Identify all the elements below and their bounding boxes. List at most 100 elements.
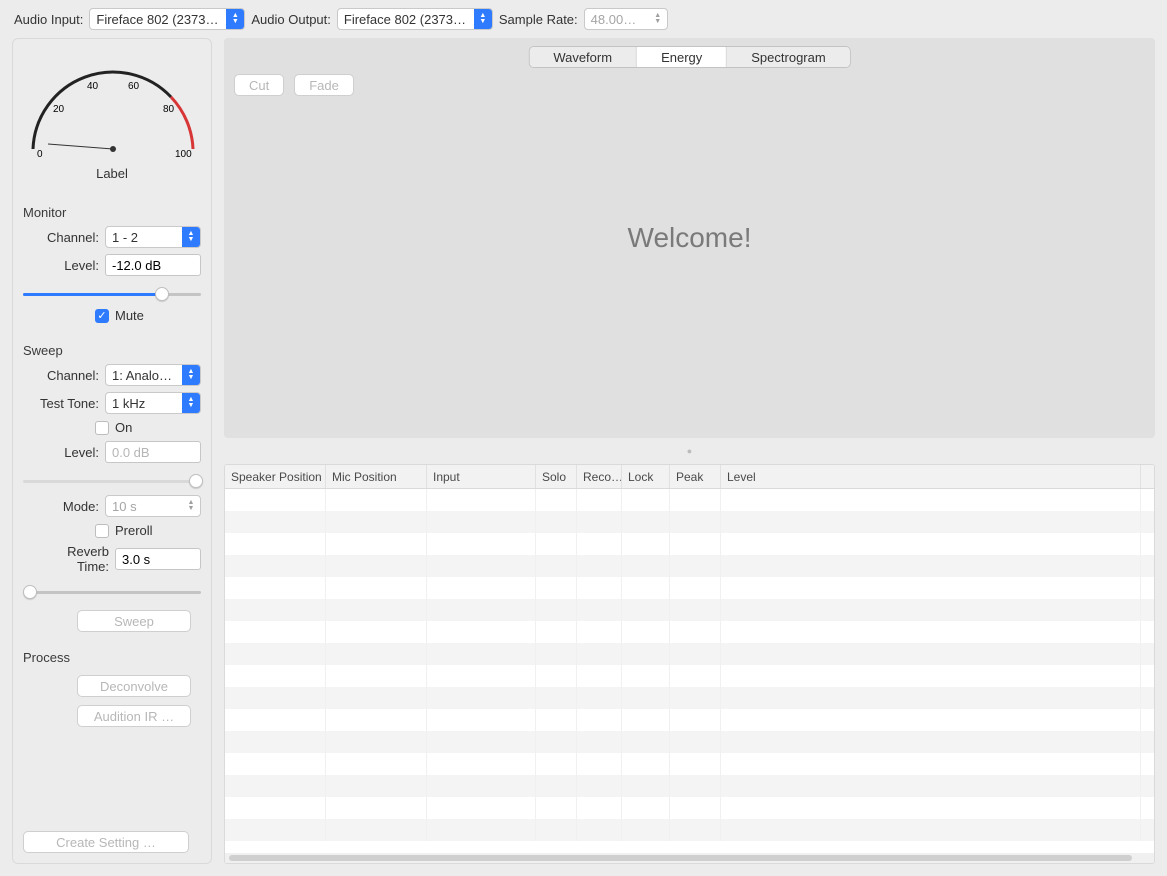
split-handle[interactable]: ● <box>224 446 1155 456</box>
table-cell <box>536 621 577 643</box>
table-cell <box>721 665 1141 687</box>
table-cell <box>721 731 1141 753</box>
table-cell <box>577 489 622 511</box>
table-row[interactable] <box>225 621 1154 643</box>
table-cell <box>536 665 577 687</box>
gauge-tick: 80 <box>163 104 175 115</box>
chevron-updown-icon: ▲▼ <box>649 9 667 29</box>
table-cell <box>577 555 622 577</box>
table-cell <box>326 797 427 819</box>
gauge-tick: 60 <box>128 81 140 92</box>
table-cell <box>536 687 577 709</box>
table-row[interactable] <box>225 511 1154 533</box>
table-row[interactable] <box>225 555 1154 577</box>
table-row[interactable] <box>225 797 1154 819</box>
monitor-level-input[interactable] <box>105 254 201 276</box>
table-cell <box>670 753 721 775</box>
table-cell <box>622 599 670 621</box>
table-cell <box>577 621 622 643</box>
preroll-checkbox[interactable] <box>95 524 109 538</box>
table-cell <box>225 753 326 775</box>
gauge-tick: 40 <box>87 81 99 92</box>
table-row[interactable] <box>225 489 1154 511</box>
chevron-updown-icon: ▲▼ <box>182 227 200 247</box>
th-level[interactable]: Level <box>721 465 1141 488</box>
mute-checkbox[interactable]: ✓ <box>95 309 109 323</box>
table-cell <box>427 599 536 621</box>
reverb-time-input[interactable] <box>115 548 201 570</box>
th-record[interactable]: Reco… <box>577 465 622 488</box>
table-cell <box>622 621 670 643</box>
channels-table: Speaker Position Mic Position Input Solo… <box>224 464 1155 864</box>
horizontal-scrollbar[interactable] <box>225 853 1154 863</box>
cut-button[interactable]: Cut <box>234 74 284 96</box>
audio-output-select[interactable]: Fireface 802 (23737… ▲▼ <box>337 8 493 30</box>
th-lock[interactable]: Lock <box>622 465 670 488</box>
table-cell <box>721 621 1141 643</box>
table-header: Speaker Position Mic Position Input Solo… <box>225 465 1154 489</box>
deconvolve-button[interactable]: Deconvolve <box>77 675 191 697</box>
table-cell <box>622 731 670 753</box>
sweep-channel-select[interactable]: 1: Analog 1 ▲▼ <box>105 364 201 386</box>
table-row[interactable] <box>225 753 1154 775</box>
table-cell <box>622 533 670 555</box>
table-row[interactable] <box>225 775 1154 797</box>
table-cell <box>670 665 721 687</box>
table-row[interactable] <box>225 687 1154 709</box>
testtone-label: Test Tone: <box>35 396 99 411</box>
table-cell <box>536 775 577 797</box>
table-cell <box>622 687 670 709</box>
table-cell <box>536 709 577 731</box>
table-row[interactable] <box>225 643 1154 665</box>
sweep-level-slider[interactable] <box>23 471 201 491</box>
sweep-button[interactable]: Sweep <box>77 610 191 632</box>
table-row[interactable] <box>225 665 1154 687</box>
th-speaker-position[interactable]: Speaker Position <box>225 465 326 488</box>
table-cell <box>536 643 577 665</box>
tab-spectrogram[interactable]: Spectrogram <box>727 47 849 67</box>
table-row[interactable] <box>225 731 1154 753</box>
table-cell <box>536 577 577 599</box>
audition-ir-button[interactable]: Audition IR … <box>77 705 191 727</box>
main-area: Waveform Energy Spectrogram Cut Fade Wel… <box>224 38 1155 864</box>
table-cell <box>225 599 326 621</box>
table-cell <box>326 687 427 709</box>
th-input[interactable]: Input <box>427 465 536 488</box>
th-solo[interactable]: Solo <box>536 465 577 488</box>
table-cell <box>670 621 721 643</box>
table-cell <box>622 577 670 599</box>
on-checkbox[interactable] <box>95 421 109 435</box>
table-cell <box>622 511 670 533</box>
create-setting-button[interactable]: Create Setting … <box>23 831 189 853</box>
table-cell <box>670 533 721 555</box>
table-cell <box>427 643 536 665</box>
mode-select[interactable]: 10 s ▲▼ <box>105 495 201 517</box>
table-cell <box>622 709 670 731</box>
table-cell <box>721 643 1141 665</box>
mode-label: Mode: <box>35 499 99 514</box>
table-cell <box>326 533 427 555</box>
th-mic-position[interactable]: Mic Position <box>326 465 427 488</box>
sweep-level-input[interactable] <box>105 441 201 463</box>
audio-input-select[interactable]: Fireface 802 (23737… ▲▼ <box>89 8 245 30</box>
table-cell <box>670 489 721 511</box>
table-row[interactable] <box>225 819 1154 841</box>
th-peak[interactable]: Peak <box>670 465 721 488</box>
testtone-select[interactable]: 1 kHz ▲▼ <box>105 392 201 414</box>
table-cell <box>427 753 536 775</box>
view-tabs: Waveform Energy Spectrogram <box>528 46 850 68</box>
sample-rate-select[interactable]: 48.000… ▲▼ <box>584 8 668 30</box>
tab-energy[interactable]: Energy <box>637 47 727 67</box>
tab-waveform[interactable]: Waveform <box>529 47 637 67</box>
monitor-channel-select[interactable]: 1 - 2 ▲▼ <box>105 226 201 248</box>
monitor-level-slider[interactable] <box>23 284 201 304</box>
chevron-updown-icon: ▲▼ <box>182 393 200 413</box>
reverb-slider[interactable] <box>23 582 201 602</box>
table-row[interactable] <box>225 533 1154 555</box>
table-cell <box>326 709 427 731</box>
fade-button[interactable]: Fade <box>294 74 354 96</box>
table-row[interactable] <box>225 709 1154 731</box>
table-cell <box>577 775 622 797</box>
table-row[interactable] <box>225 599 1154 621</box>
table-row[interactable] <box>225 577 1154 599</box>
